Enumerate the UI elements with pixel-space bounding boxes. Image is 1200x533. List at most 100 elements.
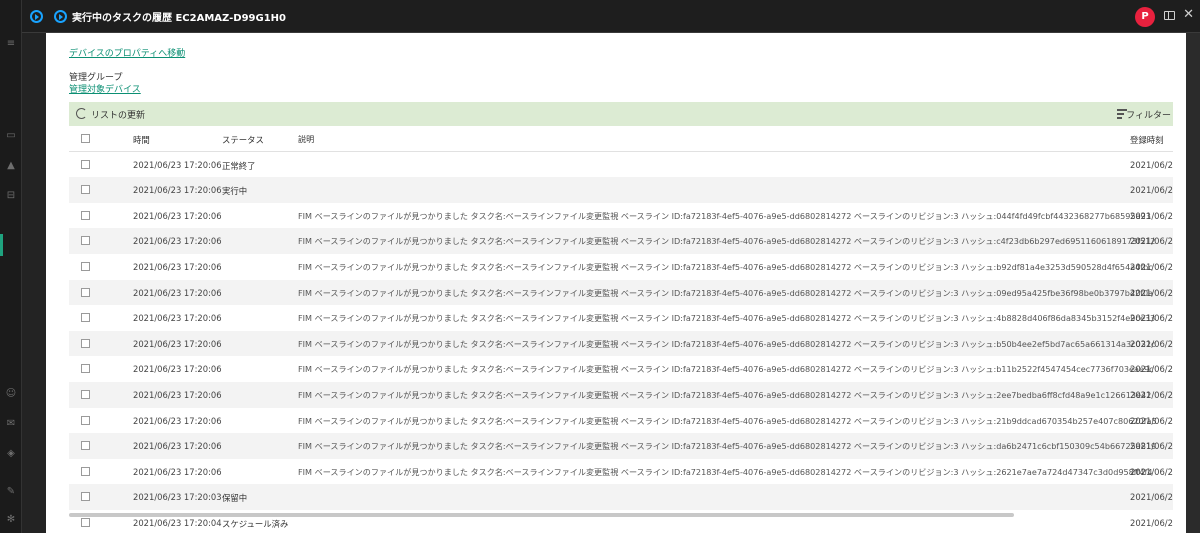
- cell-description: FIM ベースラインのファイルが見つかりました タスク名:ベースラインファイル変…: [298, 364, 1154, 375]
- row-checkbox[interactable]: [81, 236, 90, 246]
- cell-time: 2021/06/23 17:20:06: [133, 210, 222, 221]
- column-header-status[interactable]: ステータス: [222, 134, 264, 146]
- table-row[interactable]: 2021/06/23 17:20:06 FIM ベースラインのファイルが見つかりま…: [69, 381, 1173, 408]
- row-checkbox[interactable]: [81, 313, 90, 323]
- user-icon[interactable]: ☺: [5, 388, 17, 400]
- cell-registered: 2021/06/23: [1130, 236, 1173, 247]
- cell-description: FIM ベースラインのファイルが見つかりました タスク名:ベースラインファイル変…: [298, 441, 1157, 452]
- table-row[interactable]: 2021/06/23 17:20:06正常終了 2021/06/23: [69, 151, 1173, 178]
- circle-play-icon[interactable]: [30, 10, 43, 23]
- hierarchy-icon[interactable]: ⊟: [5, 190, 17, 202]
- table-row[interactable]: 2021/06/23 17:20:06 FIM ベースラインのファイルが見つかりま…: [69, 228, 1173, 254]
- cell-registered: 2021/06/23: [1130, 313, 1173, 324]
- row-checkbox[interactable]: [81, 415, 90, 425]
- row-checkbox[interactable]: [81, 287, 90, 297]
- row-checkbox[interactable]: [81, 466, 90, 476]
- app-window: ≡ ▭ ▲ ⊟ ☺ ✉ ◈ ✎ ✻ 実行中のタスクの履歴 EC2AMAZ-D99…: [0, 0, 1200, 533]
- row-checkbox[interactable]: [81, 210, 90, 220]
- cell-registered: 2021/06/23: [1130, 364, 1173, 375]
- managed-devices-link[interactable]: 管理対象デバイス: [69, 82, 141, 95]
- row-checkbox[interactable]: [81, 389, 90, 399]
- gear-icon[interactable]: ✻: [5, 514, 17, 526]
- row-checkbox[interactable]: [81, 517, 90, 527]
- cell-registered: 2021/06/23: [1130, 261, 1173, 272]
- right-gutter: [1186, 33, 1200, 533]
- row-checkbox[interactable]: [81, 492, 90, 502]
- device-properties-link[interactable]: デバイスのプロパティへ移動: [69, 46, 185, 59]
- cell-registered: 2021/06/23: [1130, 415, 1173, 426]
- cell-time: 2021/06/23 17:20:06: [133, 415, 222, 426]
- row-checkbox[interactable]: [81, 441, 90, 451]
- cell-time: 2021/06/23 17:20:06: [133, 364, 222, 375]
- table-row[interactable]: 2021/06/23 17:20:06 FIM ベースラインのファイルが見つかりま…: [69, 253, 1173, 280]
- filter-button[interactable]: フィルター: [1126, 108, 1171, 121]
- table-row[interactable]: 2021/06/23 17:20:06 FIM ベースラインのファイルが見つかりま…: [69, 356, 1173, 382]
- table-row[interactable]: 2021/06/23 17:20:06 FIM ベースラインのファイルが見つかりま…: [69, 305, 1173, 331]
- column-header-time[interactable]: 時間: [133, 134, 150, 146]
- table-row[interactable]: 2021/06/23 17:20:06 FIM ベースラインのファイルが見つかりま…: [69, 407, 1173, 434]
- task-history-panel: デバイスのプロパティへ移動 管理グループ 管理対象デバイス リストの更新 フィル…: [46, 33, 1186, 533]
- refresh-button[interactable]: リストの更新: [91, 108, 145, 121]
- cell-registered: 2021/06/23: [1130, 287, 1173, 298]
- cell-registered: 2021/06/23: [1130, 159, 1173, 170]
- column-header-registered[interactable]: 登録時刻: [1130, 134, 1173, 146]
- cell-description: FIM ベースラインのファイルが見つかりました タスク名:ベースラインファイル変…: [298, 287, 1154, 298]
- cell-registered: 2021/06/23: [1130, 492, 1173, 503]
- rail-active-indicator: [0, 234, 3, 256]
- cell-registered: 2021/06/23: [1130, 466, 1173, 477]
- horizontal-scrollbar[interactable]: [69, 513, 1014, 517]
- shield-icon[interactable]: ◈: [5, 448, 17, 460]
- refresh-icon[interactable]: [76, 108, 87, 119]
- cell-time: 2021/06/23 17:20:06: [133, 338, 222, 349]
- cell-time: 2021/06/23 17:20:06: [133, 466, 222, 477]
- mail-icon[interactable]: ✉: [5, 418, 17, 430]
- select-all-checkbox[interactable]: [81, 134, 90, 143]
- task-history-icon: [54, 10, 67, 23]
- table-row[interactable]: 2021/06/23 17:20:06 FIM ベースラインのファイルが見つかりま…: [69, 330, 1173, 357]
- avatar[interactable]: P: [1135, 7, 1155, 27]
- list-toolbar: リストの更新 フィルター: [69, 102, 1173, 126]
- row-checkbox[interactable]: [81, 364, 90, 374]
- wrench-icon[interactable]: ✎: [5, 486, 17, 498]
- row-checkbox[interactable]: [81, 338, 90, 348]
- menu-icon[interactable]: ≡: [5, 38, 17, 50]
- cell-registered: 2021/06/23: [1130, 210, 1173, 221]
- cell-description: FIM ベースラインのファイルが見つかりました タスク名:ベースラインファイル変…: [298, 338, 1156, 349]
- cell-registered: 2021/06/23: [1130, 389, 1173, 400]
- cell-time: 2021/06/23 17:20:03: [133, 492, 222, 503]
- warning-icon[interactable]: ▲: [5, 160, 17, 172]
- table-row[interactable]: 2021/06/23 17:20:06 FIM ベースラインのファイルが見つかりま…: [69, 458, 1173, 485]
- table-row[interactable]: 2021/06/23 17:20:03保留中 2021/06/23: [69, 484, 1173, 510]
- table-row[interactable]: 2021/06/23 17:20:06実行中 2021/06/23: [69, 177, 1173, 203]
- close-icon[interactable]: ✕: [1183, 8, 1194, 22]
- book-icon[interactable]: [1164, 11, 1175, 20]
- table-row[interactable]: 2021/06/23 17:20:06 FIM ベースラインのファイルが見つかりま…: [69, 433, 1173, 459]
- cell-description: FIM ベースラインのファイルが見つかりました タスク名:ベースラインファイル変…: [298, 389, 1152, 400]
- column-header-description[interactable]: 説明: [298, 134, 314, 145]
- row-checkbox[interactable]: [81, 159, 90, 169]
- cell-description: FIM ベースラインのファイルが見つかりました タスク名:ベースラインファイル変…: [298, 466, 1153, 477]
- left-nav-rail: ≡ ▭ ▲ ⊟ ☺ ✉ ◈ ✎ ✻: [0, 0, 22, 533]
- cell-time: 2021/06/23 17:20:06: [133, 261, 222, 272]
- table-header: 時間 ステータス 説明 登録時刻: [69, 126, 1173, 152]
- cell-description: FIM ベースラインのファイルが見つかりました タスク名:ベースラインファイル変…: [298, 210, 1151, 221]
- cell-time: 2021/06/23 17:20:06: [133, 236, 222, 247]
- title-bar: 実行中のタスクの履歴 EC2AMAZ-D99G1H0 P ✕: [22, 0, 1200, 33]
- table-row[interactable]: 2021/06/23 17:20:06 FIM ベースラインのファイルが見つかりま…: [69, 279, 1173, 306]
- cell-registered: 2021/06/23: [1130, 517, 1173, 528]
- window-title: 実行中のタスクの履歴 EC2AMAZ-D99G1H0: [72, 13, 286, 24]
- cell-description: FIM ベースラインのファイルが見つかりました タスク名:ベースラインファイル変…: [298, 261, 1153, 272]
- row-checkbox[interactable]: [81, 261, 90, 271]
- row-checkbox[interactable]: [81, 185, 90, 195]
- cell-description: FIM ベースラインのファイルが見つかりました タスク名:ベースラインファイル変…: [298, 313, 1156, 324]
- table-row[interactable]: 2021/06/23 17:20:06 FIM ベースラインのファイルが見つかりま…: [69, 202, 1173, 229]
- secondary-rail: [22, 0, 46, 533]
- monitor-icon[interactable]: ▭: [5, 130, 17, 142]
- cell-registered: 2021/06/23: [1130, 338, 1173, 349]
- cell-time: 2021/06/23 17:20:06: [133, 313, 222, 324]
- cell-time: 2021/06/23 17:20:06: [133, 389, 222, 400]
- cell-time: 2021/06/23 17:20:06: [133, 441, 222, 452]
- table-body: 2021/06/23 17:20:06正常終了2021/06/232021/06…: [69, 151, 1173, 533]
- cell-registered: 2021/06/23: [1130, 185, 1173, 196]
- task-history-table: 時間 ステータス 説明 登録時刻 2021/06/23 17:20:06 正常終了…: [69, 126, 1173, 533]
